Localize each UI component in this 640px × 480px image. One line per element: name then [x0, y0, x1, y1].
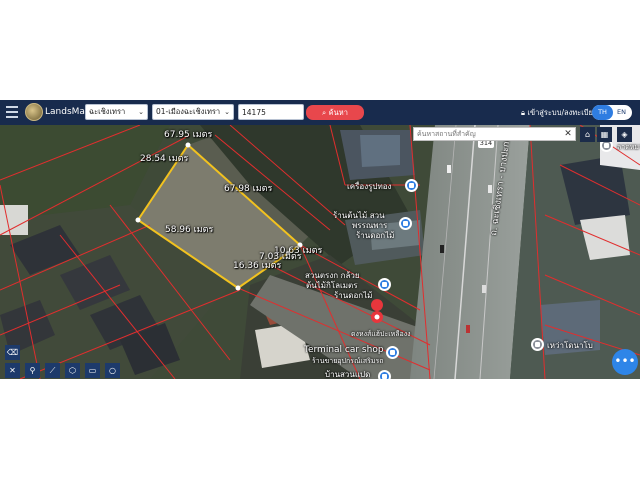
- measurement-label: 58.96 เมตร: [165, 225, 214, 235]
- province-value: ฉะเชิงเทรา: [89, 107, 126, 116]
- place-search-input[interactable]: [413, 127, 576, 141]
- keyboard-icon[interactable]: ▦: [597, 127, 612, 142]
- drawing-toolbar: ⌫ ✕ ⚲ ⟋ ⬡ ▭ ○: [0, 345, 128, 379]
- login-label: เข้าสู่ระบบ/ลงทะเบียน: [527, 108, 599, 117]
- language-toggle: TH EN: [592, 105, 632, 120]
- logo: [25, 103, 43, 121]
- district-select[interactable]: 01-เมืองฉะเชิงเทรา ⌄: [152, 104, 234, 120]
- home-icon[interactable]: ⌂: [580, 127, 595, 142]
- chat-icon[interactable]: •••: [612, 349, 638, 375]
- lock-icon[interactable]: [386, 346, 399, 359]
- place-label: พรรณพาร: [352, 221, 388, 230]
- layers-icon[interactable]: ◈: [617, 127, 632, 142]
- place-label: เหว่าโดนาโบ: [547, 341, 593, 350]
- search-button[interactable]: ⌕ ค้นหา: [306, 105, 364, 120]
- line-icon[interactable]: ⟋: [45, 363, 60, 378]
- district-value: 01-เมืองฉะเชิงเทรา: [156, 107, 221, 116]
- polygon-icon[interactable]: ⬡: [65, 363, 80, 378]
- lock-icon: 🔒︎: [521, 108, 525, 117]
- lang-en-button[interactable]: EN: [613, 105, 630, 120]
- cross-icon[interactable]: ✕: [5, 363, 20, 378]
- lock-icon[interactable]: [405, 179, 418, 192]
- marker-label: ดงหงส์แฮ้ปะเหลืองง: [351, 330, 411, 338]
- place-label: ร้านต้นไม้ สวน: [333, 211, 385, 220]
- close-icon[interactable]: ✕: [562, 127, 574, 141]
- place-label: ต้นไม้กิโลเมตร: [306, 281, 358, 290]
- place-label: สวนตรงก กล้วย: [305, 271, 360, 280]
- place-label: เครื่องรูปทอง: [347, 182, 392, 191]
- location-pin-icon[interactable]: [531, 338, 544, 351]
- lock-icon[interactable]: [378, 370, 391, 379]
- map-view[interactable]: 67.95 เมตร 28.54 เมตร 67.98 เมตร 58.96 เ…: [0, 125, 640, 379]
- measurement-label: 16.36 เมตร: [233, 261, 282, 271]
- circle-icon[interactable]: ○: [105, 363, 120, 378]
- measurement-label: 67.95 เมตร: [164, 130, 213, 140]
- search-button-label: ค้นหา: [328, 108, 348, 117]
- place-label: ร้านขายอุปกรณ์เสริมรถ: [312, 357, 384, 365]
- search-icon: ⌕: [322, 108, 327, 117]
- place-label: Terminal car shop: [304, 345, 384, 355]
- measurement-label: 28.54 เมตร: [140, 154, 189, 164]
- rectangle-icon[interactable]: ▭: [85, 363, 100, 378]
- parcel-number-input[interactable]: [238, 104, 304, 120]
- chevron-down-icon: ⌄: [224, 108, 230, 116]
- lock-icon[interactable]: [399, 217, 412, 230]
- chevron-down-icon: ⌄: [138, 108, 144, 116]
- place-label: ลาดหมาทอ: [617, 143, 640, 151]
- place-label: ร้านดอกไม้: [356, 231, 395, 240]
- pin-icon[interactable]: ⚲: [25, 363, 40, 378]
- eraser-icon[interactable]: ⌫: [5, 345, 20, 360]
- login-link[interactable]: 🔒︎ เข้าสู่ระบบ/ลงทะเบียน: [521, 106, 598, 119]
- lock-icon[interactable]: [378, 278, 391, 291]
- top-navbar: LandsMaps ฉะเชิงเทรา ⌄ 01-เมืองฉะเชิงเทร…: [0, 100, 640, 125]
- place-label: ร้านดอกไม้: [334, 291, 373, 300]
- app-root: LandsMaps ฉะเชิงเทรา ⌄ 01-เมืองฉะเชิงเทร…: [0, 0, 640, 480]
- place-label: บ้านสวนแปด: [325, 370, 371, 379]
- menu-icon[interactable]: [6, 106, 20, 119]
- province-select[interactable]: ฉะเชิงเทรา ⌄: [85, 104, 148, 120]
- lang-th-button[interactable]: TH: [592, 105, 613, 120]
- measurement-label: 67.98 เมตร: [224, 184, 273, 194]
